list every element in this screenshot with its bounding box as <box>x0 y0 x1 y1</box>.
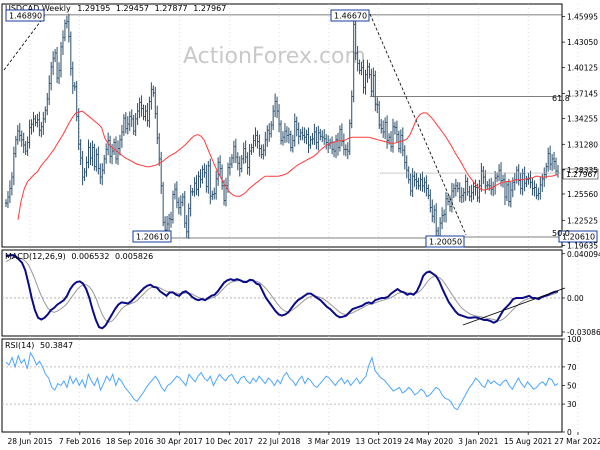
fib-50-label: 50.0 <box>552 229 570 238</box>
y-tick-label: 1.34255 <box>567 114 598 123</box>
x-tick-label: 13 Oct 2019 <box>356 437 403 446</box>
y-tick-label: 0 <box>567 428 572 437</box>
y-tick-label: 1.25560 <box>567 190 598 199</box>
y-tick-label: 1.31280 <box>567 140 598 149</box>
y-tick-label: 0.040094 <box>567 250 600 259</box>
watermark: ActionForex.com <box>183 44 366 69</box>
x-tick-label: 7 Feb 2016 <box>59 437 101 446</box>
x-tick-label: 28 Jun 2015 <box>7 437 52 446</box>
y-tick-label: 100 <box>567 335 582 344</box>
rsi-title: RSI(14) 50.3847 <box>5 341 73 350</box>
x-tick-label: 30 Apr 2017 <box>156 437 203 446</box>
macd-title: MACD(12,26,9) 0.006532 0.005826 <box>5 252 153 261</box>
y-tick-label: 1.43050 <box>567 38 598 47</box>
trend-line-down <box>369 13 467 236</box>
panel-frame-0 <box>1 3 563 248</box>
x-tick-label: 22 Jul 2018 <box>258 437 301 446</box>
rsi-title-text: RSI(14) <box>5 341 34 350</box>
rsi-y-axis: 100 70 50 30 0 <box>562 335 582 437</box>
y-tick-label: 70 <box>567 363 577 372</box>
x-tick-label: 15 Aug 2021 <box>504 437 552 446</box>
macd-title-text: MACD(12,26,9) <box>5 252 66 261</box>
box-high-mid-label: 1.46670 <box>334 12 367 21</box>
ohlc-high: 1.29457 <box>116 4 149 13</box>
box-low-mid-label: 1.20050 <box>429 238 462 247</box>
y-tick-label: 1.37145 <box>567 89 598 98</box>
macd-line <box>5 253 559 330</box>
y-tick-label: 30 <box>567 400 577 409</box>
macd-value: 0.006532 <box>71 252 109 261</box>
macd-signal-value: 0.005826 <box>115 252 153 261</box>
x-tick-label: 10 Dec 2017 <box>205 437 253 446</box>
y-tick-label: 0.00 <box>567 294 584 303</box>
rsi-value: 50.3847 <box>40 341 73 350</box>
chart-canvas: ActionForex.com USDCAD,Weekly 1.29195 1.… <box>1 3 600 446</box>
macd-panel <box>5 253 566 330</box>
macd-signal-line <box>5 256 559 323</box>
ema-line <box>17 110 559 220</box>
date-axis: 28 Jun 2015 7 Feb 2016 18 Sep 2016 30 Apr 2… <box>7 432 600 446</box>
rsi-line <box>5 351 559 411</box>
panel-frame-1 <box>1 249 563 337</box>
y-tick-label: 1.28335 <box>567 166 598 175</box>
macd-trendline <box>462 287 566 326</box>
usdcad-weekly-chart: ActionForex.com USDCAD,Weekly 1.29195 1.… <box>0 0 600 450</box>
x-tick-label: 18 Sep 2016 <box>106 437 154 446</box>
price-y-axis: 1.45995 1.43050 1.40125 1.37145 1.34255 1.312… <box>562 13 598 250</box>
y-tick-label: 1.40125 <box>567 64 598 73</box>
x-tick-label: 3 Mar 2019 <box>308 437 351 446</box>
x-tick-label: 24 May 2020 <box>404 437 453 446</box>
x-tick-label: 3 Jan 2021 <box>458 437 498 446</box>
macd-y-axis: 0.0400940.00-0.03086 <box>562 250 600 337</box>
x-tick-label: 27 Mar 2022 <box>554 437 600 446</box>
ohlc-low: 1.27877 <box>155 4 188 13</box>
y-tick-label: 1.22525 <box>567 216 598 225</box>
rsi-panel <box>5 351 559 411</box>
box-low-left-label: 1.20610 <box>136 233 169 242</box>
y-tick-label: 1.45995 <box>567 13 598 22</box>
ohlc-open: 1.29195 <box>77 4 110 13</box>
box-high-left-label: 1.46890 <box>9 12 42 21</box>
y-tick-label: 50 <box>567 382 577 391</box>
ohlc-close: 1.27967 <box>193 4 226 13</box>
trend-line-left <box>3 13 47 71</box>
